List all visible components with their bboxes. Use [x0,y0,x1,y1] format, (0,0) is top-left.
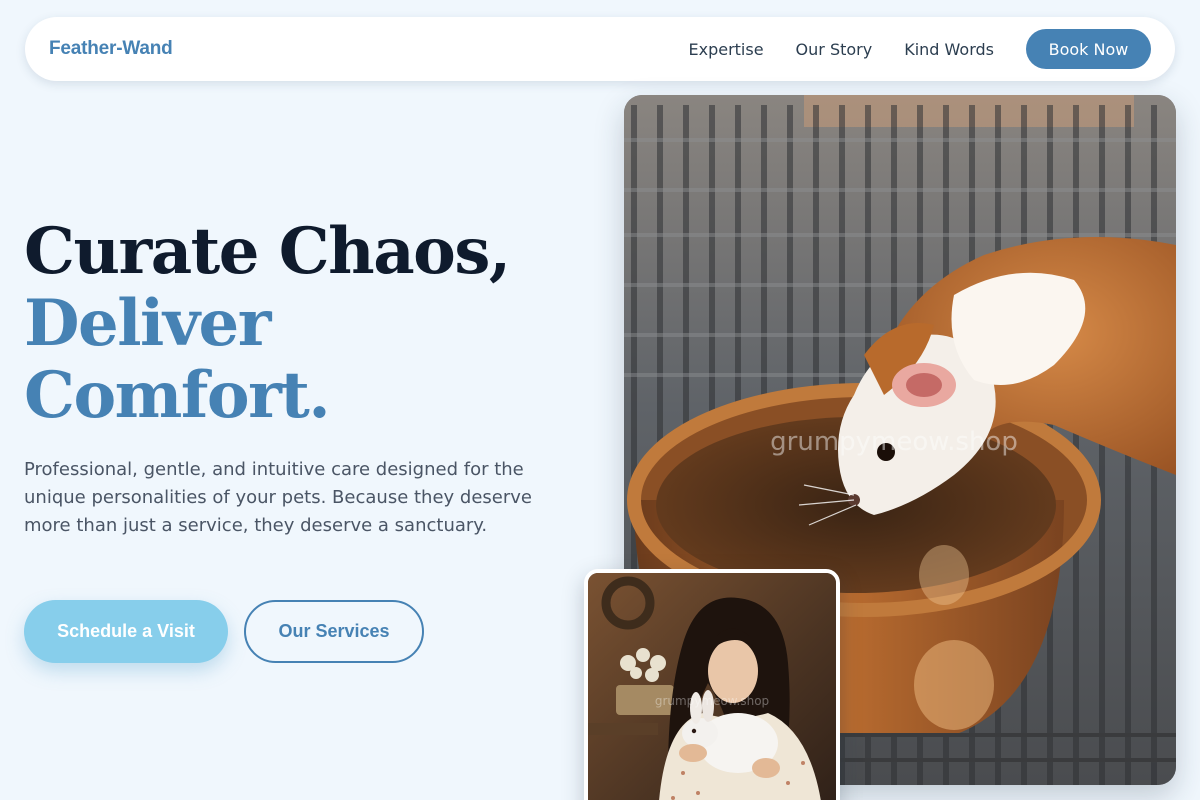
headline-line-1: Curate Chaos, [24,214,511,289]
woman-rabbit-illustration: grumpymeow.shop [588,573,836,800]
book-now-button[interactable]: Book Now [1026,29,1151,69]
brand-logo[interactable]: Feather-Wand [49,38,173,60]
hero-headline: Curate Chaos, Deliver Comfort. [24,216,604,432]
our-services-button[interactable]: Our Services [244,600,424,663]
hero-description: Professional, gentle, and intuitive care… [24,459,532,536]
woman-with-rabbit-photo: grumpymeow.shop [584,569,840,800]
nav-link-kind-words[interactable]: Kind Words [904,40,994,59]
schedule-visit-button[interactable]: Schedule a Visit [24,600,228,663]
top-navbar: Feather-Wand Expertise Our Story Kind Wo… [25,17,1175,81]
nav-link-expertise[interactable]: Expertise [688,40,763,59]
nav-links: Expertise Our Story Kind Words Book Now [688,29,1151,69]
inset-image-watermark: grumpymeow.shop [655,694,769,708]
headline-line-2: Deliver [24,286,271,361]
nav-link-our-story[interactable]: Our Story [796,40,873,59]
main-image-watermark: grumpymeow.shop [770,427,1018,457]
headline-line-3: Comfort. [24,358,331,433]
